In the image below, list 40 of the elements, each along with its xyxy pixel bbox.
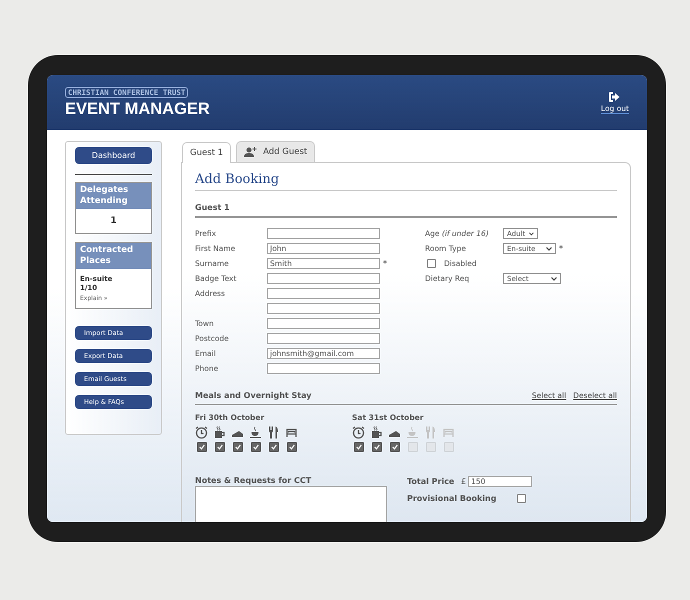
card-heading: Contracted Places [76,243,151,269]
notes-field[interactable] [195,486,387,522]
input-field[interactable] [267,228,380,239]
chevron-down-icon [546,246,552,250]
checkbox[interactable] [268,442,278,452]
checkbox[interactable] [286,442,296,452]
input-field[interactable] [267,288,380,299]
checkbox[interactable] [214,442,224,452]
section-heading: Meals and Overnight Stay [195,391,312,400]
price-label: Total Price [407,477,456,486]
required-mark: * [383,259,387,268]
checkbox[interactable] [232,442,242,452]
checkbox[interactable] [196,442,206,452]
input-field[interactable] [267,363,380,374]
form-title: Add Booking [195,172,617,191]
input-field[interactable] [267,318,380,329]
add-person-icon [244,147,258,157]
tab[interactable]: Guest 1 [182,142,232,163]
logout-icon [609,92,620,102]
provisional-label: Provisional Booking [407,494,498,503]
section-heading: Guest 1 [195,203,617,218]
input-field[interactable] [267,333,380,344]
checkbox[interactable] [354,442,364,452]
checkbox[interactable] [250,442,260,452]
chevron-down-icon [529,232,534,236]
required-mark: * [559,244,563,253]
checkbox[interactable] [517,494,526,503]
currency-symbol: £ [461,477,466,486]
app-title: EVENT MANAGER [65,100,210,118]
card-heading: Delegates Attending [76,183,151,209]
delegate-count: 1 [109,215,118,228]
input-field[interactable] [267,303,380,314]
dashboard-button[interactable]: Dashboard [75,147,152,164]
checkbox[interactable] [372,442,382,452]
checkbox[interactable] [390,442,400,452]
notes-label: Notes & Requests for CCT [195,476,312,485]
chevron-down-icon [551,276,557,280]
checkbox[interactable] [427,259,436,268]
tab[interactable]: Add Guest [236,141,316,162]
input-field[interactable] [267,273,380,284]
